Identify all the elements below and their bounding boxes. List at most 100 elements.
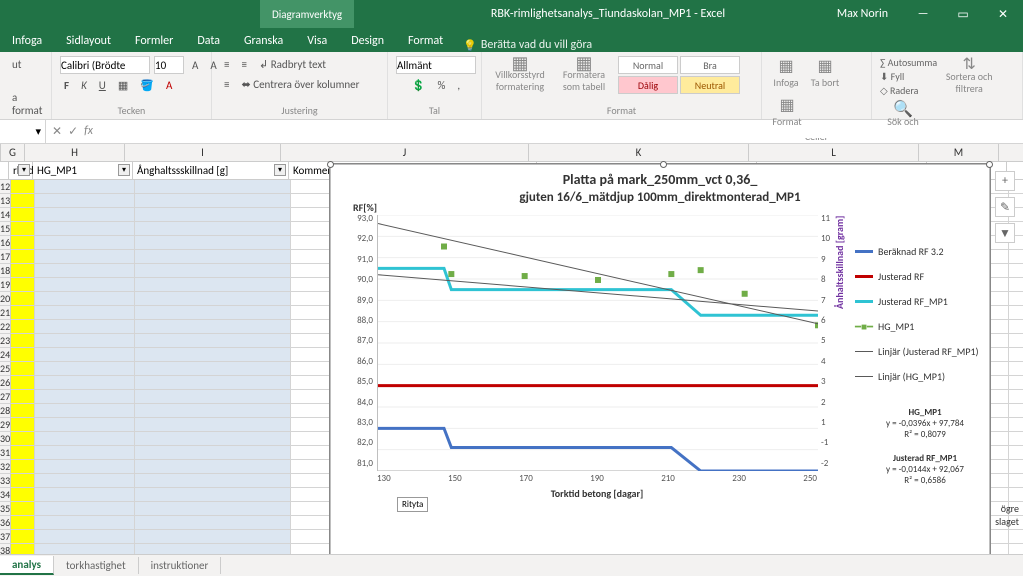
cell[interactable] [135, 236, 291, 249]
cell[interactable] [135, 320, 291, 333]
cell[interactable] [1009, 278, 1023, 291]
sort-filter-button[interactable]: ⇅Sortera ochfiltrera [943, 59, 995, 95]
align-top-button[interactable]: ≡ [220, 56, 233, 73]
row-header[interactable]: 22 [0, 320, 11, 333]
worksheet-grid[interactable]: G H I J K L M N rktid▾ HG_MP1▾ Ånghaltss… [0, 144, 1023, 554]
wrap-text-button[interactable]: ↲ Radbryt text [255, 56, 330, 73]
cell[interactable] [35, 306, 135, 319]
underline-button[interactable]: U [95, 77, 110, 94]
cell[interactable] [135, 418, 291, 431]
row-header[interactable]: 16 [0, 236, 11, 249]
tab-granska[interactable]: Granska [232, 30, 295, 52]
cell[interactable] [35, 488, 135, 501]
cut-button[interactable]: ut [8, 56, 25, 73]
row-header[interactable]: 37 [0, 530, 11, 543]
sheet-tab-analys[interactable]: analys [0, 556, 54, 575]
chart-legend[interactable]: Beräknad RF 3.2 Justerad RF Justerad RF_… [855, 245, 995, 395]
name-box[interactable]: ▾ [0, 120, 46, 143]
format-cells-button[interactable]: ▦Format [770, 95, 804, 128]
col-header-h[interactable]: H [25, 144, 125, 161]
filter-rktid[interactable]: rktid▾ [9, 162, 33, 179]
font-color-button[interactable]: A [162, 77, 176, 94]
cell[interactable] [11, 348, 35, 361]
tab-design[interactable]: Design [339, 30, 396, 52]
row-header[interactable]: 30 [0, 432, 11, 445]
chart-styles-button[interactable]: ✎ [995, 197, 1015, 217]
italic-button[interactable]: K [77, 77, 91, 94]
row-header[interactable]: 34 [0, 488, 11, 501]
style-good[interactable]: Bra [680, 56, 740, 74]
cell[interactable] [1009, 320, 1023, 333]
cell[interactable] [35, 376, 135, 389]
fill-button[interactable]: ⬇ Fyll [880, 70, 937, 84]
col-header-n[interactable]: N [999, 144, 1023, 161]
cell[interactable] [135, 250, 291, 263]
cell[interactable] [135, 530, 291, 543]
row-header[interactable]: 38 [0, 544, 11, 554]
cell[interactable] [11, 278, 35, 291]
row-header[interactable]: 29 [0, 418, 11, 431]
cell[interactable] [11, 488, 35, 501]
row-header[interactable]: 19 [0, 278, 11, 291]
row-header[interactable]: 13 [0, 194, 11, 207]
cell[interactable] [1009, 418, 1023, 431]
cell[interactable] [1009, 446, 1023, 459]
user-name[interactable]: Max Norin [822, 7, 903, 21]
cell[interactable] [1009, 250, 1023, 263]
cell[interactable] [11, 362, 35, 375]
cell[interactable] [11, 320, 35, 333]
cell[interactable] [1009, 264, 1023, 277]
row-header[interactable]: 14 [0, 208, 11, 221]
cell[interactable] [135, 404, 291, 417]
cell[interactable] [1009, 292, 1023, 305]
cell[interactable] [1009, 334, 1023, 347]
tell-me-search[interactable]: 💡 Berätta vad du vill göra [463, 38, 592, 52]
style-normal[interactable]: Normal [618, 56, 678, 74]
cell[interactable] [11, 334, 35, 347]
comma-button[interactable]: , [453, 77, 464, 94]
cell[interactable] [11, 432, 35, 445]
font-name-input[interactable] [60, 56, 150, 74]
row-header[interactable]: 23 [0, 334, 11, 347]
cell[interactable] [135, 264, 291, 277]
row-header[interactable]: 31 [0, 446, 11, 459]
cell[interactable] [35, 334, 135, 347]
cell[interactable] [35, 474, 135, 487]
cell[interactable] [35, 530, 135, 543]
row-header[interactable]: 24 [0, 348, 11, 361]
filter-dropdown-icon[interactable]: ▾ [118, 164, 130, 176]
cell[interactable] [135, 502, 291, 515]
cell[interactable] [11, 292, 35, 305]
cell[interactable] [35, 264, 135, 277]
row-header[interactable]: 15 [0, 222, 11, 235]
tab-data[interactable]: Data [185, 30, 232, 52]
cell[interactable] [1009, 306, 1023, 319]
col-header-m[interactable]: M [919, 144, 999, 161]
filter-hg[interactable]: HG_MP1▾ [33, 162, 133, 179]
row-header[interactable]: 20 [0, 292, 11, 305]
currency-button[interactable]: 💲 [408, 77, 430, 94]
cell[interactable] [35, 180, 135, 193]
cell[interactable] [35, 390, 135, 403]
cell[interactable] [11, 264, 35, 277]
cell[interactable] [135, 306, 291, 319]
cell[interactable] [135, 292, 291, 305]
cell[interactable] [35, 418, 135, 431]
conditional-format-button[interactable]: ▦ Villkorsstyrdformatering [490, 57, 550, 93]
cell[interactable] [35, 460, 135, 473]
cell[interactable] [1009, 460, 1023, 473]
cell[interactable] [135, 376, 291, 389]
restore-button[interactable]: ▭ [943, 7, 983, 22]
cell[interactable] [11, 250, 35, 263]
row-header[interactable]: 36 [0, 516, 11, 529]
cell[interactable] [11, 446, 35, 459]
cancel-formula-button[interactable]: ✕ [52, 124, 62, 139]
col-header-j[interactable]: J [281, 144, 529, 161]
cell[interactable] [35, 446, 135, 459]
cell[interactable] [135, 474, 291, 487]
cell[interactable] [11, 236, 35, 249]
cell[interactable] [11, 516, 35, 529]
cell[interactable] [1009, 488, 1023, 501]
filter-anghalt[interactable]: Ånghaltssskillnad [g]▾ [133, 162, 289, 179]
style-neutral[interactable]: Neutral [680, 76, 740, 94]
